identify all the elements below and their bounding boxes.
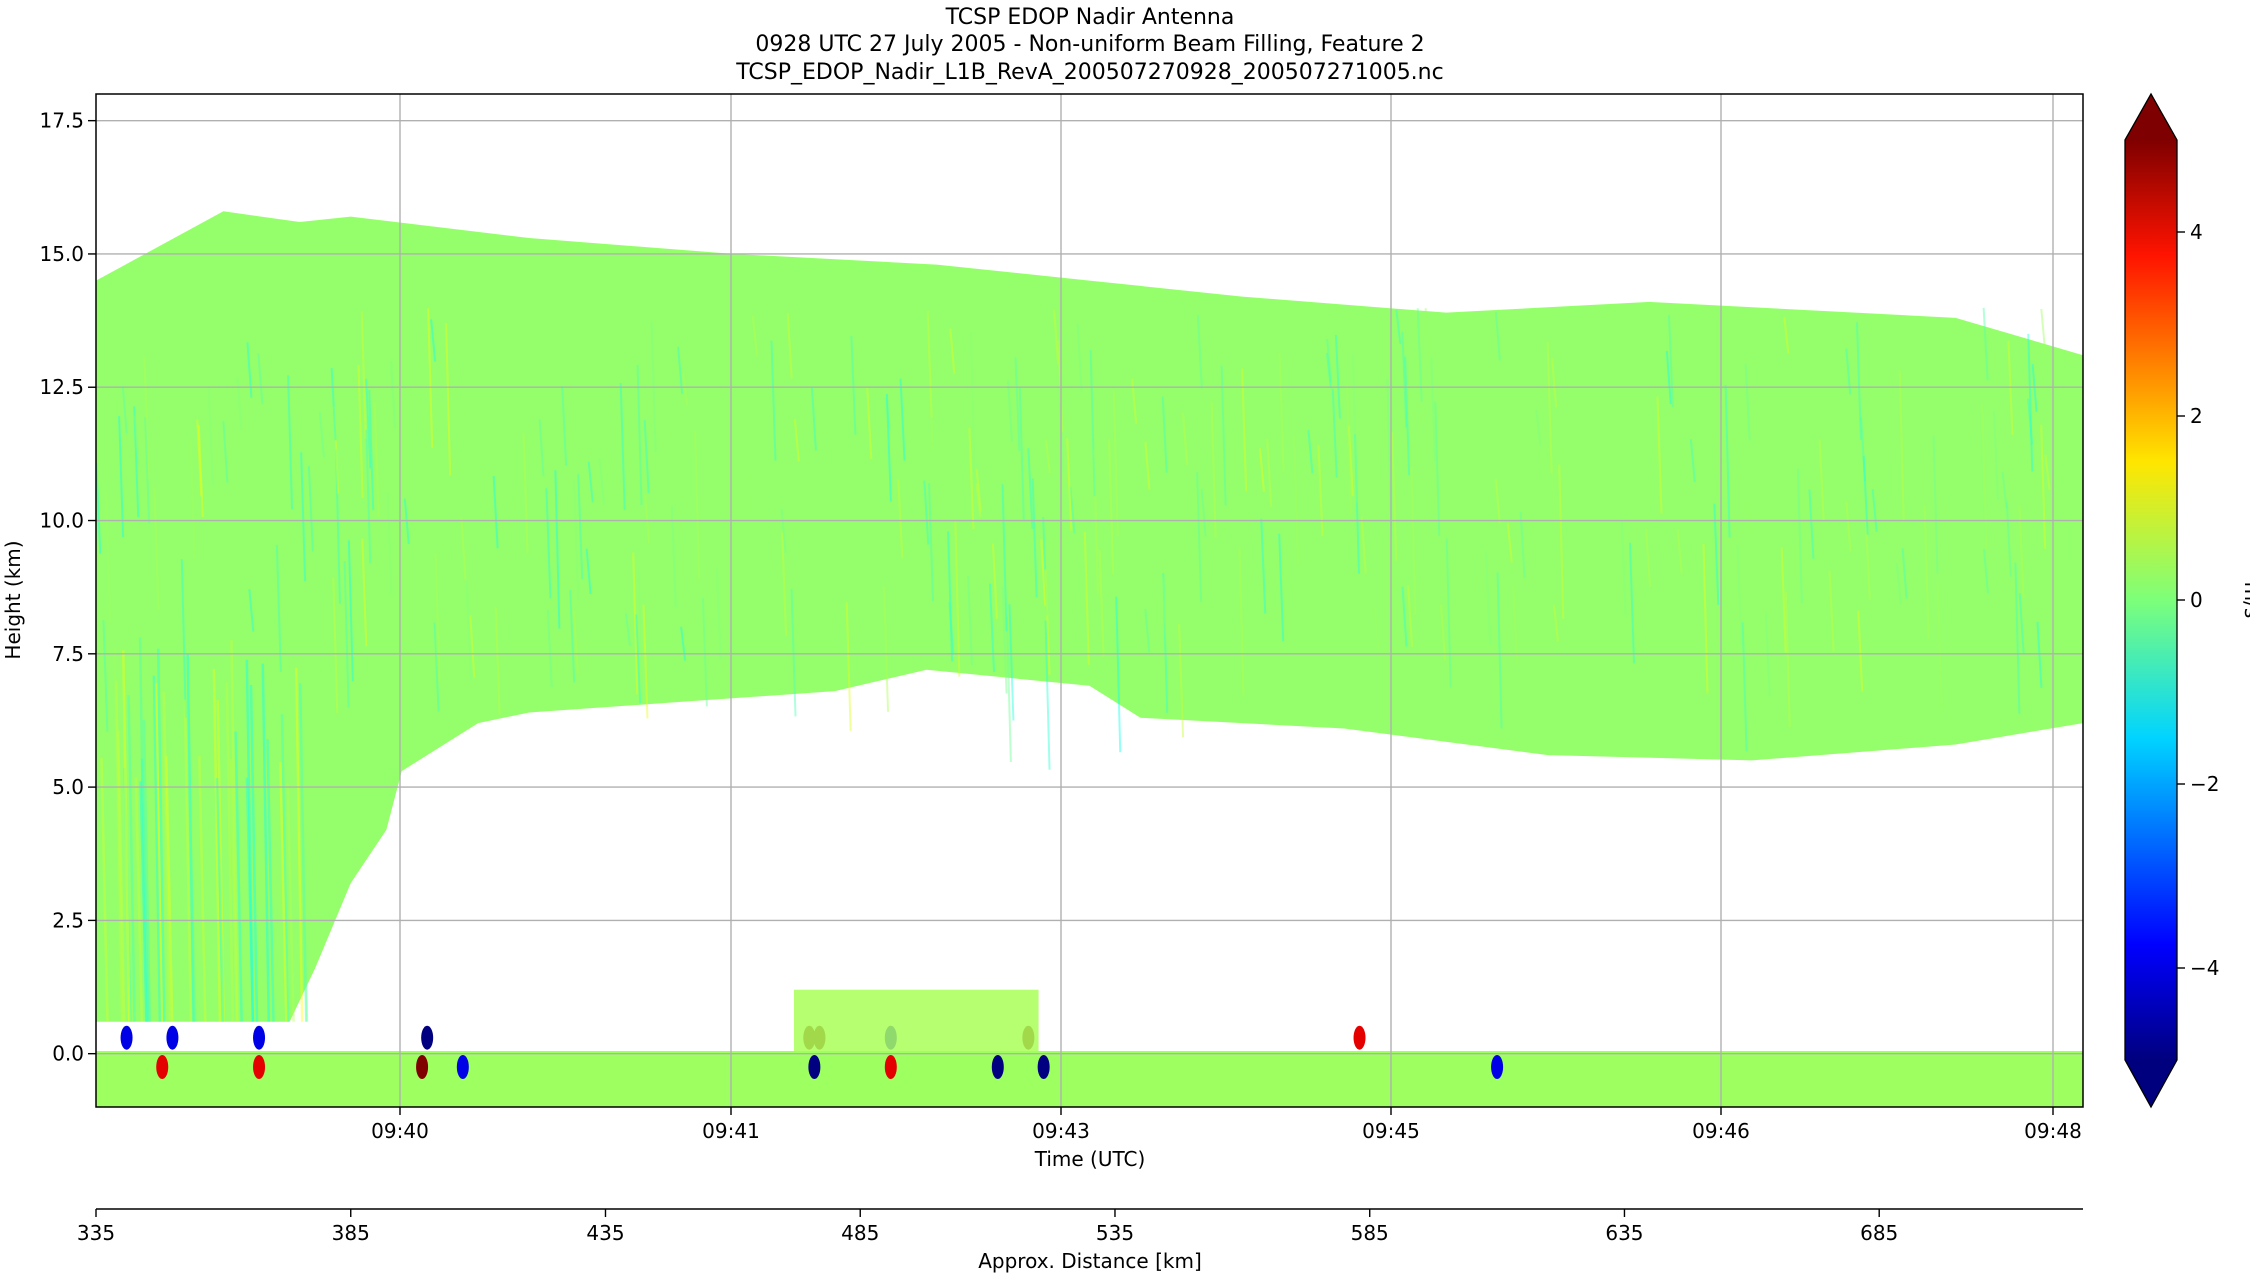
y-tick-label: 0.0 (52, 1042, 84, 1066)
distance-tick-label: 485 (841, 1221, 879, 1245)
colorbar-ticks: −4 −2 0 2 4 (2177, 220, 2219, 980)
y-tick-label: 2.5 (52, 908, 84, 932)
colorbar-tick-label: 2 (2190, 404, 2203, 428)
distance-tick-label: 435 (586, 1221, 624, 1245)
distance-tick-label: 635 (1605, 1221, 1643, 1245)
distance-tick-label: 535 (1096, 1221, 1134, 1245)
colorbar-gradient (2125, 140, 2177, 1060)
chart-title-line-1: TCSP EDOP Nadir Antenna (945, 5, 1235, 30)
y-tick-label: 10.0 (39, 509, 84, 533)
colorbar-bottom-extend (2125, 1060, 2177, 1107)
distance-axis-label: Approx. Distance [km] (978, 1249, 1202, 1273)
x-tick-label: 09:43 (1032, 1119, 1090, 1143)
y-tick-label: 17.5 (39, 109, 84, 133)
y-axis-label: Height (km) (1, 540, 25, 659)
colorbar-top-extend (2125, 94, 2177, 140)
colorbar-tick-label: 0 (2190, 588, 2203, 612)
y-tick-label: 7.5 (52, 642, 84, 666)
distance-tick-label: 385 (332, 1221, 370, 1245)
x-tick-label: 09:45 (1362, 1119, 1420, 1143)
x-tick-label: 09:46 (1692, 1119, 1750, 1143)
y-axis: 0.0 2.5 5.0 7.5 10.0 12.5 15.0 17.5 (39, 109, 96, 1066)
distance-axis: 335 385 435 485 535 585 635 685 (77, 1209, 1898, 1245)
colorbar: −4 −2 0 2 4 m/s (2124, 92, 2250, 1109)
x-axis-label: Time (UTC) (1034, 1147, 1146, 1171)
x-tick-label: 09:41 (702, 1119, 760, 1143)
y-tick-label: 15.0 (39, 242, 84, 266)
plot-area (96, 94, 2083, 1107)
x-axis: 09:40 09:41 09:43 09:45 09:46 09:48 (371, 1107, 2082, 1143)
y-tick-label: 12.5 (39, 375, 84, 399)
chart-title-line-2: 0928 UTC 27 July 2005 - Non-uniform Beam… (755, 32, 1424, 57)
colorbar-tick-label: −2 (2190, 772, 2219, 796)
colorbar-label: m/s (2240, 582, 2250, 619)
colorbar-tick-label: 4 (2190, 220, 2203, 244)
surface-clutter-band (96, 1051, 2083, 1107)
distance-tick-label: 685 (1860, 1221, 1898, 1245)
colorbar-tick-label: −4 (2190, 956, 2219, 980)
figure: TCSP EDOP Nadir Antenna 0928 UTC 27 July… (1, 5, 2250, 1273)
chart-title-line-3: TCSP_EDOP_Nadir_L1B_RevA_200507270928_20… (735, 60, 1443, 85)
x-tick-label: 09:40 (371, 1119, 429, 1143)
distance-tick-label: 335 (77, 1221, 115, 1245)
distance-tick-label: 585 (1351, 1221, 1389, 1245)
x-tick-label: 09:48 (2024, 1119, 2082, 1143)
y-tick-label: 5.0 (52, 775, 84, 799)
